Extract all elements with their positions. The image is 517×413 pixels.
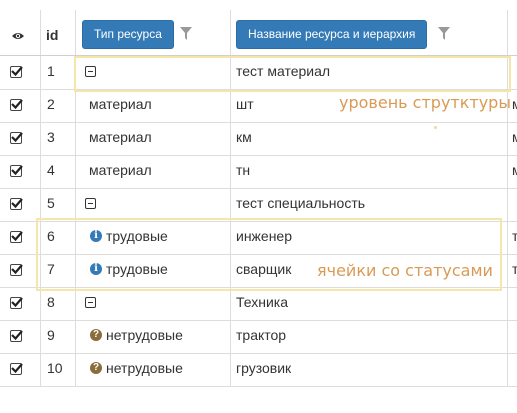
row-id: 8 [47,294,55,310]
row-divider [0,155,517,156]
id-column-header: id [46,27,59,43]
row-checkbox[interactable] [10,363,23,375]
resource-name: Техника [236,294,289,310]
row-checkbox[interactable] [10,264,23,276]
row-checkbox[interactable] [10,297,23,309]
filter-icon[interactable] [180,27,192,41]
resource-type: материал [89,129,152,145]
structure-level-annotation: уровень струтктуры [339,93,511,112]
resource-name: грузовик [236,360,292,376]
filter-icon[interactable] [438,27,450,41]
resource-name: км [236,129,252,145]
extra-column-value: м [512,96,517,112]
row-divider [0,353,517,354]
row-divider [0,122,517,123]
resource-type: материал [89,96,152,112]
row-checkbox[interactable] [10,198,23,210]
question-icon: ? [90,362,102,374]
status-cells-annotation: ячейки со статусами [317,261,493,280]
row-checkbox[interactable] [10,165,23,177]
resource-type: нетрудовые [106,327,183,343]
row-divider [0,320,517,321]
row-id: 1 [47,63,55,79]
resource-type-button[interactable]: Тип ресурса [82,20,174,49]
row-id: 10 [47,360,63,376]
row-id: 5 [47,195,55,211]
row-checkbox[interactable] [10,132,23,144]
extra-column-value: т [512,228,517,244]
row-id: 9 [47,327,55,343]
resource-name: трактор [236,327,287,343]
collapse-icon[interactable] [85,198,96,209]
extra-column-value: м [512,162,517,178]
annotation-dot [434,126,437,129]
resource-name: шт [236,96,254,112]
row-id: 3 [47,129,55,145]
row-divider [0,386,517,387]
row-id: 4 [47,162,55,178]
row-checkbox[interactable] [10,99,23,111]
question-icon: ? [90,329,102,341]
resource-name: тест специальность [236,195,366,211]
resource-name-button[interactable]: Название ресурса и иерархия [236,20,428,49]
eye-icon[interactable] [11,28,25,39]
resource-name: тн [236,162,251,178]
col-divider [40,10,41,386]
row-checkbox[interactable] [10,330,23,342]
resource-type: нетрудовые [106,360,183,376]
resource-type: материал [89,162,152,178]
row-checkbox[interactable] [10,66,23,78]
extra-column-value: т [512,261,517,277]
row-id: 2 [47,96,55,112]
extra-column-value: м [512,129,517,145]
row-checkbox[interactable] [10,231,23,243]
status-cells-highlight [36,218,502,291]
structure-level-highlight [74,56,511,92]
collapse-icon[interactable] [85,297,96,308]
resource-table: id Тип ресурса Название ресурса и иерарх… [0,0,517,413]
row-divider [0,188,517,189]
